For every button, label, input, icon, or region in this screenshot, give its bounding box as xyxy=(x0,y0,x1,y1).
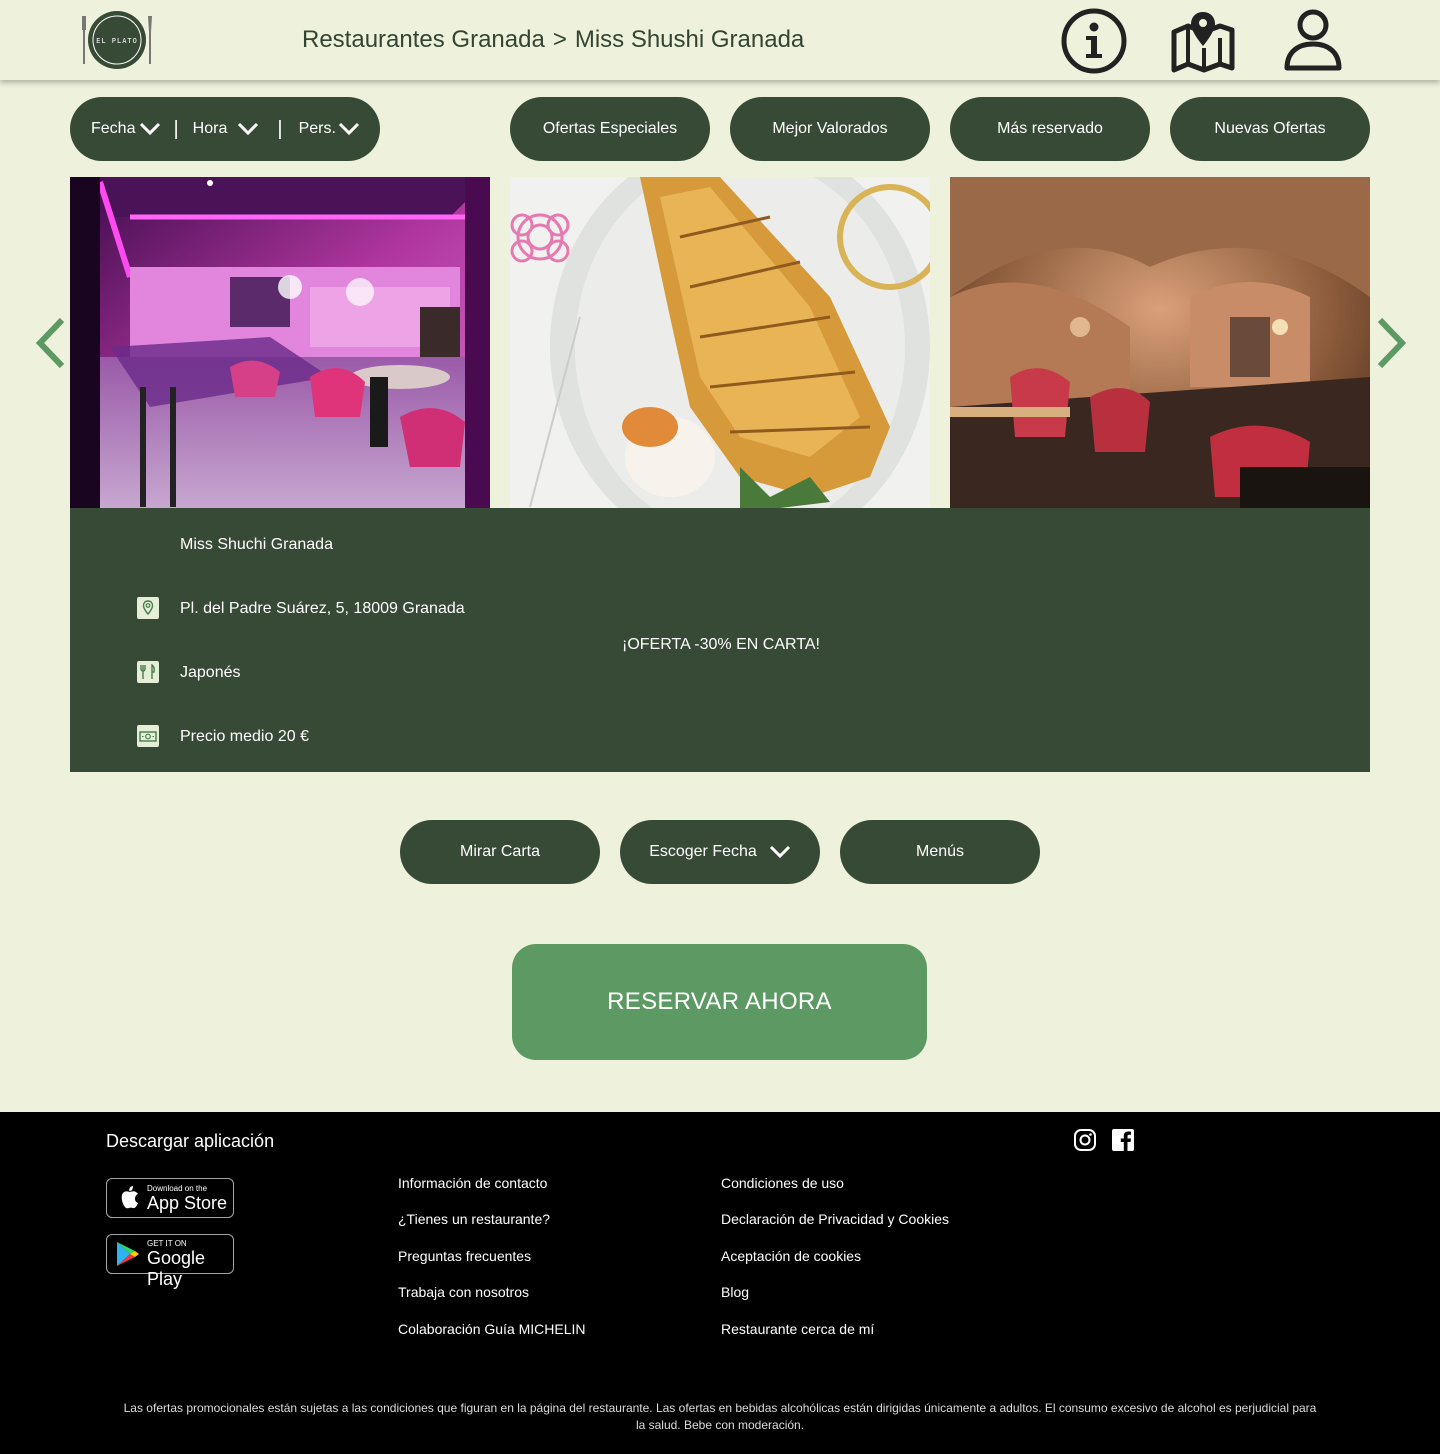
breadcrumb-parent[interactable]: Restaurantes Granada xyxy=(302,26,545,54)
footer-link-terms[interactable]: Condiciones de uso xyxy=(721,1175,844,1191)
facebook-icon[interactable] xyxy=(1111,1128,1135,1152)
info-icon[interactable] xyxy=(1059,8,1129,74)
date-filter-label: Fecha xyxy=(91,120,136,137)
footer-link-blog[interactable]: Blog xyxy=(721,1284,749,1300)
tab-ofertas-especiales[interactable]: Ofertas Especiales xyxy=(510,97,710,161)
restaurant-cuisine: Japonés xyxy=(180,664,241,681)
money-icon xyxy=(137,725,159,747)
instagram-icon[interactable] xyxy=(1073,1128,1097,1152)
breadcrumb-current: Miss Shushi Granada xyxy=(574,26,805,53)
google-play-badge[interactable]: GET IT ON Google Play xyxy=(106,1234,234,1289)
offer-text: ¡OFERTA -30% EN CARTA! xyxy=(622,636,820,653)
footer-link-contact[interactable]: Información de contacto xyxy=(398,1175,547,1191)
footer-link-nearby[interactable]: Restaurante cerca de mí xyxy=(721,1321,874,1337)
footer-link-cookies[interactable]: Aceptación de cookies xyxy=(721,1248,861,1264)
menus-button[interactable]: Menús xyxy=(840,820,1040,884)
site-header: EL PLATO Restaurantes Granada > Miss Shu… xyxy=(0,0,1440,80)
download-app-title: Descargar aplicación xyxy=(106,1131,275,1151)
chevron-down-icon xyxy=(338,122,359,136)
google-play-big-text: Google Play xyxy=(147,1248,206,1289)
tab-mejor-valorados[interactable]: Mejor Valorados xyxy=(730,97,930,161)
tab-mas-reservado[interactable]: Más reservado xyxy=(950,97,1150,161)
people-filter-label: Pers. xyxy=(298,120,336,137)
filter-separator: | xyxy=(277,117,283,140)
cutlery-icon xyxy=(137,661,159,683)
apple-icon xyxy=(121,1186,138,1209)
choose-date-label: Escoger Fecha xyxy=(649,843,757,860)
google-play-small-text: GET IT ON xyxy=(147,1239,187,1248)
view-menu-button[interactable]: Mirar Carta xyxy=(400,820,600,884)
logo-text: EL PLATO xyxy=(96,37,138,45)
gallery-next-arrow[interactable] xyxy=(1374,316,1408,370)
time-filter[interactable]: Hora xyxy=(193,120,260,138)
people-filter[interactable]: Pers. xyxy=(299,120,360,138)
date-filter[interactable]: Fecha xyxy=(91,120,161,138)
gallery-prev-arrow[interactable] xyxy=(34,316,68,370)
restaurant-address: Pl. del Padre Suárez, 5, 18009 Granada xyxy=(180,600,465,617)
app-store-small-text: Download on the xyxy=(147,1184,208,1193)
map-icon[interactable] xyxy=(1170,8,1240,74)
restaurant-name: Miss Shuchi Granada xyxy=(180,536,333,553)
footer-link-faq[interactable]: Preguntas frecuentes xyxy=(398,1248,531,1264)
chevron-down-icon xyxy=(238,122,259,136)
footer-link-own-restaurant[interactable]: ¿Tienes un restaurante? xyxy=(398,1211,550,1227)
choose-date-button[interactable]: Escoger Fecha xyxy=(620,820,820,884)
footer-link-michelin[interactable]: Colaboración Guía MICHELIN xyxy=(398,1321,586,1337)
reserve-now-button[interactable]: RESERVAR AHORA xyxy=(512,944,927,1060)
location-pin-icon xyxy=(137,597,159,619)
el-plato-logo[interactable]: EL PLATO xyxy=(80,10,154,70)
tab-nuevas-ofertas[interactable]: Nuevas Ofertas xyxy=(1170,97,1370,161)
restaurant-photo-dining-room[interactable] xyxy=(70,177,490,508)
time-filter-label: Hora xyxy=(192,120,228,137)
restaurant-photo-dish[interactable] xyxy=(510,177,930,508)
restaurant-photo-cellar[interactable] xyxy=(950,177,1370,508)
breadcrumb-separator: > xyxy=(552,26,567,53)
google-play-icon xyxy=(117,1242,139,1266)
app-store-big-text: App Store xyxy=(147,1193,228,1213)
restaurant-price: Precio medio 20 € xyxy=(180,728,309,745)
legal-disclaimer: Las ofertas promocionales están sujetas … xyxy=(123,1401,1317,1432)
footer-link-privacy[interactable]: Declaración de Privacidad y Cookies xyxy=(721,1211,949,1227)
restaurant-info-panel: Miss Shuchi Granada Pl. del Padre Suárez… xyxy=(70,508,1370,772)
user-icon[interactable] xyxy=(1280,8,1350,74)
chevron-down-icon xyxy=(140,122,161,136)
filter-separator: | xyxy=(173,117,179,140)
chevron-down-icon xyxy=(769,845,790,859)
footer-link-jobs[interactable]: Trabaja con nosotros xyxy=(398,1284,529,1300)
breadcrumb: Restaurantes Granada > Miss Shushi Grana… xyxy=(302,26,804,54)
site-footer: Descargar aplicación Download on the App… xyxy=(0,1112,1440,1454)
search-filter-bar: Fecha | Hora | Pers. xyxy=(70,97,380,161)
app-store-badge[interactable]: Download on the App Store xyxy=(106,1178,234,1218)
